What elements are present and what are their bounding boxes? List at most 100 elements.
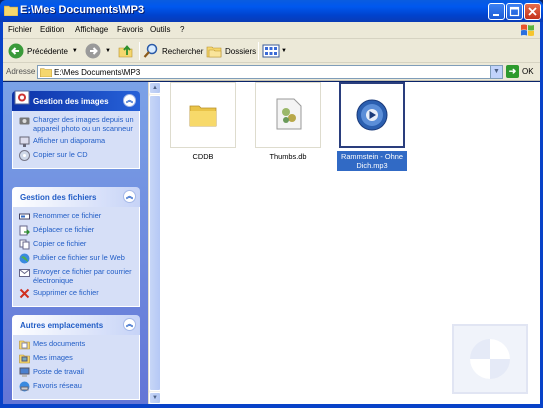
forward-button[interactable]: ▼ [85,42,111,60]
file-item-thumbs[interactable]: Thumbs.db [253,82,323,162]
place-my-documents[interactable]: Mes documents [19,339,135,350]
address-dropdown-button[interactable]: ▼ [490,66,502,78]
folders-label: Dossiers [225,46,257,56]
files-panel-header[interactable]: Gestion des fichiers ︽ [12,187,140,207]
go-label: OK [522,67,534,76]
place-my-pictures[interactable]: Mes images [19,353,135,364]
window-frame-bottom [0,404,543,408]
rename-icon [19,213,30,220]
search-icon [143,43,158,58]
images-watermark-icon [452,324,528,394]
files-tasks-panel: Gestion des fichiers ︽ Renommer ce fichi… [12,187,140,307]
menu-fichier[interactable]: Fichier [8,25,32,34]
images-panel-title: Gestion des images [33,97,109,106]
task-load-images[interactable]: Charger des images depuis un appareil ph… [19,115,135,133]
task-label: Supprimer ce fichier [33,288,99,297]
slideshow-icon [19,136,30,147]
task-rename[interactable]: Renommer ce fichier [19,211,135,222]
my-documents-icon [19,340,30,350]
my-computer-icon [19,367,30,377]
maximize-icon [509,6,520,17]
minimize-icon [493,14,499,16]
camera-icon [19,117,30,125]
back-dropdown-icon[interactable]: ▼ [72,48,78,54]
file-item-mp3[interactable]: Rammstein - Ohne Dich.mp3 [337,82,407,171]
close-button[interactable] [524,3,541,20]
address-value: E:\Mes Documents\MP3 [54,68,141,77]
files-panel-title: Gestion des fichiers [20,193,97,202]
places-panel-body: Mes documents Mes images Poste de travai… [12,335,140,400]
address-input[interactable]: E:\Mes Documents\MP3 ▼ [37,65,503,79]
address-label: Adresse [6,67,36,76]
search-button[interactable]: Rechercher [143,42,203,60]
task-slideshow[interactable]: Afficher un diaporama [19,136,135,147]
images-panel-icon [14,90,30,105]
images-panel-header[interactable]: Gestion des images ︽ [12,90,140,111]
task-publish-web[interactable]: Publier ce fichier sur le Web [19,253,135,264]
menu-edition[interactable]: Edition [40,25,64,34]
email-icon [19,269,30,277]
file-thumbnail[interactable] [170,82,236,148]
globe-icon [19,253,30,264]
file-name: Thumbs.db [269,152,307,161]
task-move[interactable]: Déplacer ce fichier [19,225,135,236]
place-network[interactable]: Favoris réseau [19,381,135,392]
back-arrow-icon [8,43,24,59]
folder-icon [4,5,18,16]
task-copy[interactable]: Copier ce fichier [19,239,135,250]
window-title: E:\Mes Documents\MP3 [20,4,145,16]
forward-arrow-icon [85,43,101,59]
back-label: Précédente [27,46,68,56]
file-thumbnail-selected[interactable] [339,82,405,148]
menu-bar: Fichier Edition Affichage Favoris Outils… [3,22,540,39]
task-label: Afficher un diaporama [33,136,106,145]
delete-icon [19,288,30,299]
windows-logo-icon [521,24,534,36]
copy-file-icon [19,239,30,250]
title-bar[interactable]: E:\Mes Documents\MP3 [0,0,543,22]
views-dropdown-icon[interactable]: ▼ [281,48,287,54]
up-folder-button[interactable] [118,42,134,60]
task-delete[interactable]: Supprimer ce fichier [19,288,135,299]
file-thumbnail[interactable] [255,82,321,148]
place-label: Mes documents [33,339,86,348]
explorer-window: E:\Mes Documents\MP3 Fichier Edition Aff… [0,0,543,408]
file-item-cddb[interactable]: CDDB [168,82,238,162]
file-name: CDDB [192,152,214,161]
place-my-computer[interactable]: Poste de travail [19,367,135,378]
file-list-pane[interactable]: CDDB Thumbs.db Rammstein - Ohne Dich.mp3 [160,82,540,404]
menu-outils[interactable]: Outils [150,25,170,34]
minimize-button[interactable] [488,3,505,20]
folders-button[interactable]: Dossiers [206,42,256,60]
places-panel-title: Autres emplacements [20,321,104,330]
forward-dropdown-icon[interactable]: ▼ [105,48,111,54]
menu-affichage[interactable]: Affichage [75,25,108,34]
address-bar: Adresse E:\Mes Documents\MP3 ▼ ➜ OK [3,63,540,81]
task-label: Charger des images depuis un appareil ph… [33,115,134,133]
views-button[interactable]: ▼ [262,42,287,60]
place-label: Mes images [33,353,73,362]
other-places-panel: Autres emplacements ︽ Mes documents Mes … [12,315,140,400]
task-email[interactable]: Envoyer ce fichier par courrier électron… [19,267,135,285]
toolbar-separator [139,42,140,60]
place-label: Favoris réseau [33,381,82,390]
collapse-chevron-icon[interactable]: ︽ [123,94,136,107]
collapse-chevron-icon[interactable]: ︽ [123,318,136,331]
task-pane-scrollbar[interactable]: ▲ ▼ [148,82,161,404]
menu-help[interactable]: ? [180,25,184,34]
maximize-button[interactable] [506,3,523,20]
task-label: Renommer ce fichier [33,211,102,220]
back-button[interactable]: Précédente ▼ [8,42,78,60]
files-panel-body: Renommer ce fichier Déplacer ce fichier … [12,207,140,307]
cd-icon [19,150,30,161]
places-panel-header[interactable]: Autres emplacements ︽ [12,315,140,335]
close-icon [528,7,537,16]
task-copy-cd[interactable]: Copier sur le CD [19,150,135,161]
file-name-selected: Rammstein - Ohne Dich.mp3 [337,151,407,171]
collapse-chevron-icon[interactable]: ︽ [123,190,136,203]
go-button[interactable]: ➜ OK [506,65,534,78]
move-file-icon [19,225,30,236]
folder-icon [40,68,52,77]
db-file-icon [276,98,302,130]
menu-favoris[interactable]: Favoris [117,25,143,34]
